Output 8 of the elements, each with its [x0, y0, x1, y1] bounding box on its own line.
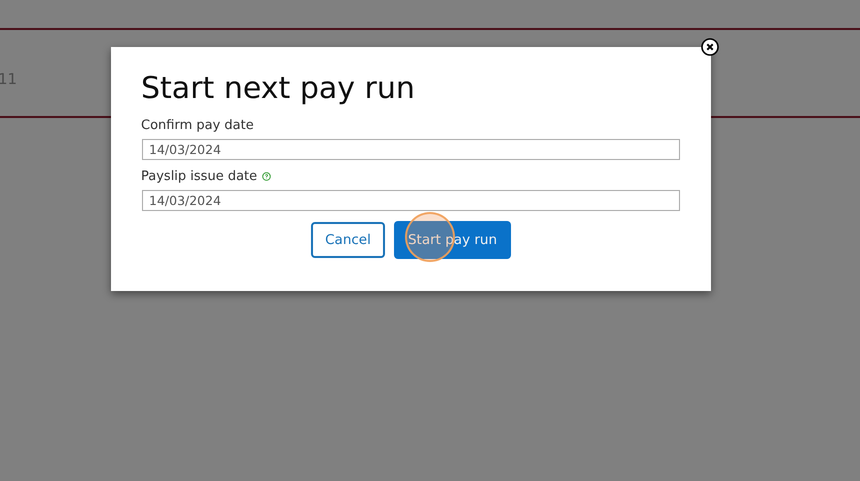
help-icon[interactable]: [262, 172, 272, 180]
cancel-button[interactable]: Cancel: [311, 222, 385, 258]
date-field[interactable]: 14/03/2024: [142, 139, 680, 160]
dialog-title: Start next pay run: [141, 70, 416, 108]
field-label: Payslip issue date: [141, 168, 258, 184]
date-field[interactable]: 14/03/2024: [142, 190, 680, 211]
close-icon[interactable]: [701, 38, 719, 56]
field-label: Confirm pay date: [141, 118, 254, 132]
